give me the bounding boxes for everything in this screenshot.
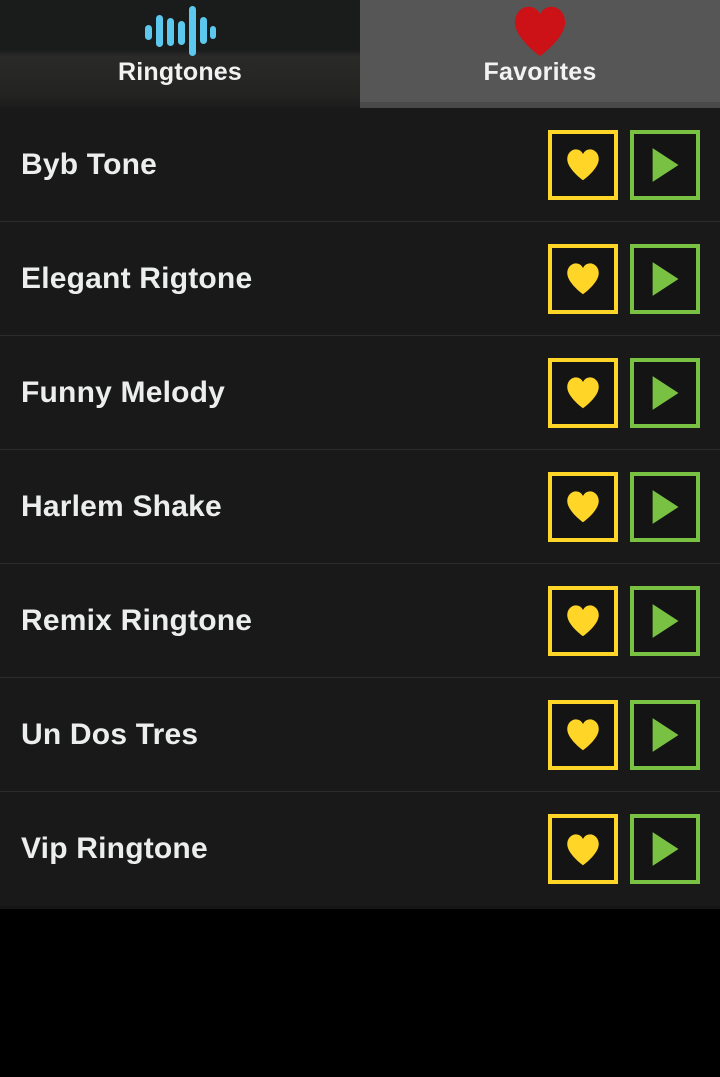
play-button[interactable]: [630, 814, 700, 884]
ringtone-title: Byb Tone: [21, 147, 158, 181]
play-icon: [652, 603, 679, 638]
favorite-button[interactable]: [548, 585, 618, 656]
tab-favorites[interactable]: Favorites: [360, 0, 720, 108]
heart-icon: [567, 833, 599, 865]
favorite-button[interactable]: [548, 814, 618, 884]
heart-icon: [567, 263, 599, 295]
tab-ringtones-label: Ringtones: [117, 58, 243, 86]
heart-icon: [511, 0, 569, 58]
row-actions: [548, 471, 720, 542]
row-actions: [548, 129, 720, 200]
play-icon: [652, 489, 679, 524]
table-row[interactable]: Byb Tone: [0, 108, 720, 222]
heart-icon: [567, 377, 599, 409]
favorite-button[interactable]: [548, 129, 618, 200]
play-icon: [652, 147, 679, 182]
play-button[interactable]: [630, 129, 700, 200]
row-actions: [548, 585, 720, 656]
ringtone-title: Elegant Rigtone: [21, 261, 253, 295]
tab-ringtones[interactable]: Ringtones: [0, 0, 360, 108]
row-actions: [548, 243, 720, 314]
heart-icon: [567, 491, 599, 523]
table-row[interactable]: Un Dos Tres: [0, 678, 720, 792]
favorite-button[interactable]: [548, 357, 618, 428]
heart-icon: [567, 719, 599, 751]
tab-favorites-label: Favorites: [483, 58, 597, 86]
table-row[interactable]: Elegant Rigtone: [0, 222, 720, 336]
waveform-icon: [144, 0, 216, 58]
ringtone-title: Harlem Shake: [21, 489, 222, 523]
ringtone-title: Vip Ringtone: [21, 832, 208, 865]
play-button[interactable]: [630, 699, 700, 770]
favorite-button[interactable]: [548, 471, 618, 542]
play-button[interactable]: [630, 585, 700, 656]
row-actions: [548, 814, 720, 884]
play-icon: [652, 832, 679, 866]
table-row[interactable]: Remix Ringtone: [0, 564, 720, 678]
heart-icon: [567, 149, 599, 181]
play-button[interactable]: [630, 243, 700, 314]
heart-icon: [567, 605, 599, 637]
row-actions: [548, 357, 720, 428]
ringtone-title: Remix Ringtone: [21, 603, 253, 637]
play-icon: [652, 375, 679, 410]
table-row[interactable]: Harlem Shake: [0, 450, 720, 564]
app-root: Ringtones Favorites Byb Tone Elegant Rig…: [0, 0, 720, 1077]
favorite-button[interactable]: [548, 243, 618, 314]
ringtone-title: Funny Melody: [21, 375, 226, 409]
favorite-button[interactable]: [548, 699, 618, 770]
play-icon: [652, 717, 679, 752]
tab-bar: Ringtones Favorites: [0, 0, 720, 108]
ringtone-list: Byb Tone Elegant Rigtone Funny Melody Ha…: [0, 108, 720, 906]
play-icon: [652, 261, 679, 296]
play-button[interactable]: [630, 471, 700, 542]
ringtone-title: Un Dos Tres: [21, 717, 199, 751]
table-row[interactable]: Vip Ringtone: [0, 792, 720, 906]
play-button[interactable]: [630, 357, 700, 428]
table-row[interactable]: Funny Melody: [0, 336, 720, 450]
empty-area: [0, 909, 720, 1077]
row-actions: [548, 699, 720, 770]
